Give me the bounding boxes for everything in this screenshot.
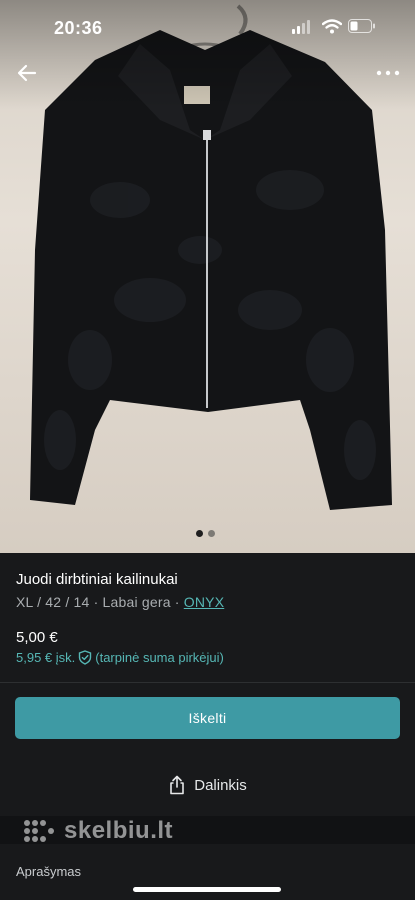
more-dots-icon[interactable]: [372, 60, 404, 86]
signal-icon: [292, 20, 310, 34]
listing-title: Juodi dirbtiniai kailinukai: [16, 571, 178, 588]
watermark: skelbiu.lt: [22, 817, 173, 845]
bump-button[interactable]: Iškelti: [15, 697, 400, 739]
product-photo[interactable]: [0, 0, 415, 553]
wifi-icon: [322, 19, 342, 34]
battery-icon: [348, 19, 375, 33]
share-button[interactable]: Dalinkis: [0, 765, 415, 805]
listing-attributes: XL / 42 / 14 · Labai gera ·: [16, 594, 184, 610]
watermark-logo-icon: [24, 820, 54, 842]
price-including-protection[interactable]: 5,95 € įsk. (tarpinė suma pirkėjui): [16, 650, 224, 665]
status-time: 20:36: [54, 18, 103, 38]
listing-details: XL / 42 / 14 · Labai gera · ONYX: [16, 594, 224, 610]
share-icon: [170, 775, 185, 795]
price-incl-value: 5,95 € įsk.: [16, 650, 76, 665]
watermark-text: skelbiu.lt: [64, 817, 174, 844]
divider: [0, 682, 415, 683]
share-label: Dalinkis: [194, 776, 247, 794]
back-arrow-icon[interactable]: [14, 60, 40, 86]
home-indicator: [133, 887, 281, 892]
gallery-pagination[interactable]: [196, 530, 215, 537]
page-dot[interactable]: [208, 530, 215, 537]
buyer-protection-label: (tarpinė suma pirkėjui): [95, 650, 224, 665]
page-dot-active[interactable]: [196, 530, 203, 537]
description-heading: Aprašymas: [16, 864, 82, 879]
status-bar: 20:36: [0, 0, 415, 56]
brand-link[interactable]: ONYX: [184, 594, 224, 610]
shield-check-icon: [79, 650, 92, 665]
listing-info: Juodi dirbtiniai kailinukai XL / 42 / 14…: [0, 553, 415, 900]
listing-price: 5,00 €: [16, 629, 58, 646]
